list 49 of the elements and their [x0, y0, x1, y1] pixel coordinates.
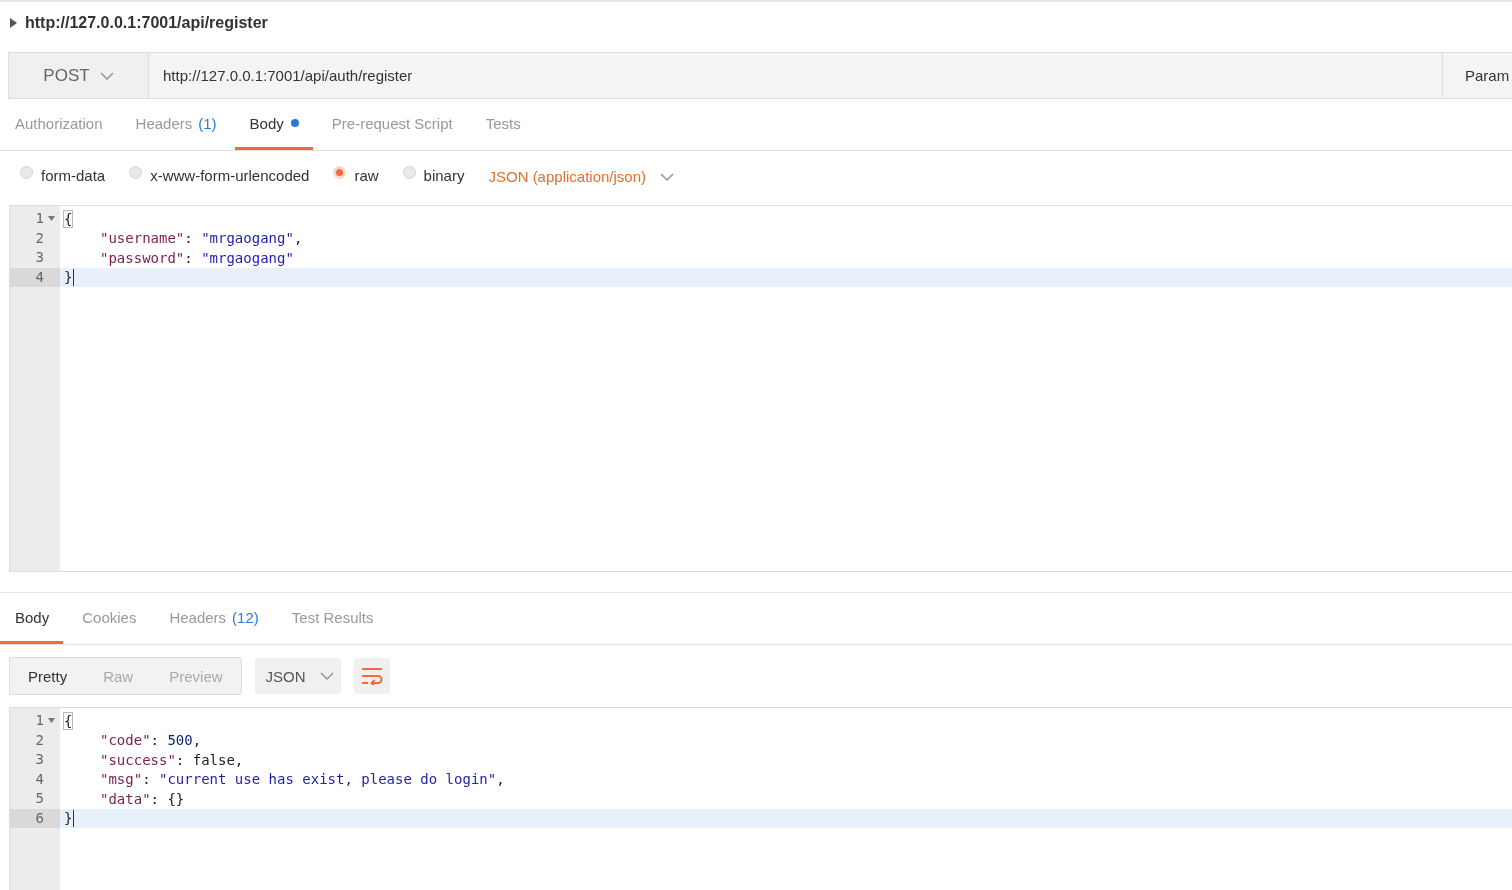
- request-body-editor[interactable]: 1 { 2 "username": "mrgaogang", 3 "password": "mrgaogang" 4 }: [9, 205, 1512, 572]
- chevron-down-icon: [99, 71, 114, 80]
- line-number: 3: [34, 248, 45, 267]
- fold-arrow-icon[interactable]: [48, 718, 55, 723]
- count-label: (12): [232, 608, 259, 626]
- radio-label[interactable]: binary: [423, 166, 465, 184]
- request-tab[interactable]: Headers (1): [120, 99, 231, 150]
- text-cursor: [73, 809, 75, 827]
- wrap-lines-button[interactable]: [353, 658, 390, 694]
- chevron-down-icon: [660, 172, 675, 181]
- line-number: 4: [10, 267, 60, 287]
- radio-button[interactable]: [129, 165, 143, 179]
- radio-button[interactable]: [333, 165, 347, 179]
- radio-label[interactable]: form-data: [41, 166, 106, 184]
- chevron-down-icon: [319, 672, 334, 680]
- line-number: 4: [34, 769, 45, 789]
- line-number: 2: [34, 228, 45, 248]
- params-button[interactable]: Param: [1442, 52, 1512, 99]
- code-line: "code": 500,: [99, 732, 202, 749]
- radio-label[interactable]: raw: [354, 166, 379, 184]
- code-line: "msg": "current use has exist, please do login",: [99, 771, 505, 788]
- wrap-lines-icon: [360, 667, 383, 685]
- method-select[interactable]: POST: [8, 52, 149, 99]
- count-label: (1): [198, 114, 217, 132]
- radio-button[interactable]: [402, 165, 416, 179]
- response-tab[interactable]: Headers (12): [154, 593, 273, 644]
- expand-caret-icon[interactable]: [10, 18, 17, 28]
- line-number: 1: [10, 711, 60, 731]
- line-number: 3: [34, 750, 45, 769]
- request-tab[interactable]: Body: [234, 99, 313, 150]
- code-line: }: [63, 810, 73, 827]
- text-cursor: [73, 268, 75, 286]
- code-line: "username": "mrgaogang",: [99, 230, 303, 247]
- radio-label[interactable]: x-www-form-urlencoded: [150, 166, 310, 184]
- radio-button[interactable]: [20, 165, 33, 179]
- view-mode-tab[interactable]: Pretty: [10, 658, 86, 694]
- url-field[interactable]: http://127.0.0.1:7001/api/auth/register: [149, 52, 1442, 99]
- line-number: 6: [10, 808, 60, 828]
- line-number: 2: [34, 730, 45, 750]
- code-line: "success": false,: [99, 751, 244, 768]
- line-number: 5: [34, 789, 45, 808]
- code-line: }: [63, 269, 73, 286]
- response-tab[interactable]: Body: [0, 593, 64, 644]
- request-title: http://127.0.0.1:7001/api/register: [25, 14, 268, 32]
- code-line: "password": "mrgaogang": [99, 249, 294, 266]
- format-select[interactable]: JSON: [254, 658, 341, 694]
- line-number: 1: [10, 209, 60, 229]
- code-line: "data": {}: [99, 790, 185, 807]
- fold-arrow-icon[interactable]: [48, 216, 55, 221]
